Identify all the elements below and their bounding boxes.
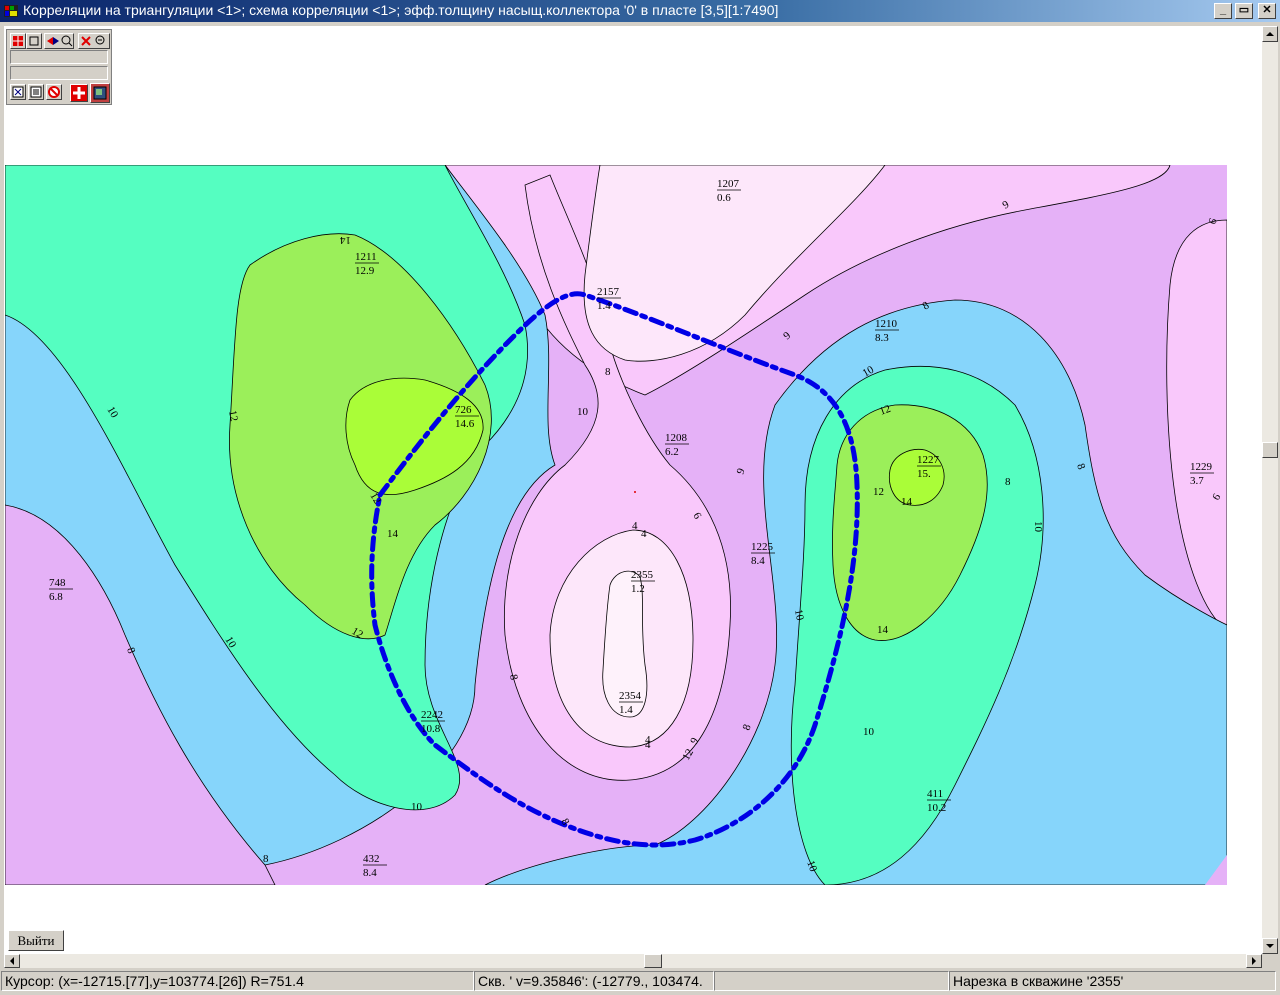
exit-button[interactable]: Выйти bbox=[8, 930, 64, 951]
contour-label: 14 bbox=[340, 234, 352, 246]
horizontal-scroll-thumb[interactable] bbox=[644, 954, 662, 968]
well-value: 10.8 bbox=[421, 723, 441, 735]
toolbar-field-2 bbox=[10, 66, 108, 80]
app-icon bbox=[4, 5, 18, 17]
maximize-button[interactable]: ▭ bbox=[1235, 3, 1253, 19]
contour-label: 14 bbox=[387, 528, 399, 540]
contour-label: 8 bbox=[605, 366, 611, 378]
minimize-button[interactable]: _ bbox=[1214, 3, 1232, 19]
well-value: 1.4 bbox=[597, 300, 611, 312]
well-value: 12.9 bbox=[355, 265, 375, 277]
well-id: 2157 bbox=[597, 286, 620, 298]
stop-icon[interactable] bbox=[46, 84, 62, 100]
well-id: 2242 bbox=[421, 709, 443, 721]
status-cursor: Курсор: (x=-12715.[77],y=103774.[26]) R=… bbox=[1, 971, 474, 991]
toolbar-field-1 bbox=[10, 50, 108, 64]
well-id: 1227 bbox=[917, 454, 940, 466]
well-id: 1211 bbox=[355, 251, 377, 263]
tool-panel bbox=[6, 29, 112, 105]
well-value: 3.7 bbox=[1190, 475, 1204, 487]
status-well: Скв. ' v=9.35846': (-12779., 103474. bbox=[474, 971, 714, 991]
grid-icon[interactable] bbox=[10, 33, 26, 49]
arrow-left-icon bbox=[10, 957, 14, 965]
vertical-scrollbar[interactable] bbox=[1262, 26, 1278, 954]
list-icon[interactable] bbox=[28, 84, 44, 100]
contour-label: 10 bbox=[1032, 521, 1044, 533]
close-icon[interactable] bbox=[10, 84, 26, 100]
well-value: 6.2 bbox=[665, 446, 679, 458]
contour-label: 4 bbox=[645, 734, 651, 746]
well-id: 1225 bbox=[751, 541, 774, 553]
contour-label: 14 bbox=[901, 496, 913, 508]
title-bar: Корреляции на триангуляции <1>; схема ко… bbox=[0, 0, 1280, 22]
close-window-button[interactable]: ✕ bbox=[1258, 3, 1276, 19]
maximize-icon: ▭ bbox=[1238, 4, 1250, 16]
well-value: 1.4 bbox=[619, 704, 633, 716]
contour-label: 10 bbox=[411, 801, 423, 813]
well-value: 6.8 bbox=[49, 591, 63, 603]
well-id: 432 bbox=[363, 853, 380, 865]
well-value: 8.3 bbox=[875, 332, 889, 344]
well-id: 2354 bbox=[619, 690, 642, 702]
scroll-right-button[interactable] bbox=[1246, 954, 1262, 968]
well-value: 15. bbox=[917, 468, 931, 480]
contour-label: 12 bbox=[873, 486, 884, 498]
map-view-icon[interactable] bbox=[90, 83, 110, 103]
scroll-up-button[interactable] bbox=[1262, 26, 1278, 42]
well-value: 10.2 bbox=[927, 802, 946, 814]
window-title: Корреляции на триангуляции <1>; схема ко… bbox=[23, 2, 779, 18]
map-canvas[interactable]: 9 6 8 9 10 12 14 12 10 12 14 8 9 4 6 8 10 8 10 12 14 10 8 8 10 12… bbox=[4, 26, 1262, 954]
status-bar: Курсор: (x=-12715.[77],y=103774.[26]) R=… bbox=[0, 970, 1280, 995]
vertical-scroll-thumb[interactable] bbox=[1262, 442, 1278, 458]
contour-label: 8 bbox=[1005, 476, 1011, 488]
well-id: 2355 bbox=[631, 569, 654, 581]
contour-label: 4 bbox=[641, 528, 647, 540]
minimize-icon: _ bbox=[1219, 4, 1227, 16]
scroll-left-button[interactable] bbox=[4, 954, 20, 968]
arrow-down-icon bbox=[1266, 944, 1274, 948]
well-id: 726 bbox=[455, 404, 472, 416]
contour-label: 12 bbox=[226, 409, 240, 422]
well-value: 8.4 bbox=[751, 555, 765, 567]
status-empty bbox=[714, 971, 949, 991]
contour-label: 14 bbox=[877, 624, 889, 636]
well-id: 1208 bbox=[665, 432, 688, 444]
status-cut: Нарезка в скважине '2355' bbox=[949, 971, 1276, 991]
close-icon: ✕ bbox=[1262, 4, 1272, 16]
well-id: 1210 bbox=[875, 318, 898, 330]
scroll-down-button[interactable] bbox=[1262, 938, 1278, 954]
well-id: 748 bbox=[49, 577, 66, 589]
frame-icon[interactable] bbox=[26, 33, 42, 49]
zoom-out-icon[interactable] bbox=[78, 33, 110, 49]
well-value: 0.6 bbox=[717, 192, 731, 204]
arrow-up-icon bbox=[1266, 32, 1274, 36]
contour-label: 10 bbox=[863, 726, 875, 738]
fit-zoom-icon[interactable] bbox=[44, 33, 74, 49]
cursor-marker bbox=[634, 491, 636, 493]
well-id: 1229 bbox=[1190, 461, 1213, 473]
contour-map[interactable]: 968910 121412101214894681081012 1410881012… bbox=[5, 165, 1227, 885]
move-icon[interactable] bbox=[70, 84, 88, 102]
horizontal-scrollbar[interactable] bbox=[4, 954, 1262, 968]
contour-label: 4 bbox=[632, 520, 638, 532]
contour-label: 10 bbox=[577, 406, 589, 418]
well-value: 8.4 bbox=[363, 867, 377, 879]
well-value: 14.6 bbox=[455, 418, 475, 430]
well-id: 1207 bbox=[717, 178, 740, 190]
well-value: 1.2 bbox=[631, 583, 645, 595]
well-id: 411 bbox=[927, 788, 943, 800]
contour-label: 8 bbox=[263, 853, 269, 865]
arrow-right-icon bbox=[1252, 957, 1256, 965]
